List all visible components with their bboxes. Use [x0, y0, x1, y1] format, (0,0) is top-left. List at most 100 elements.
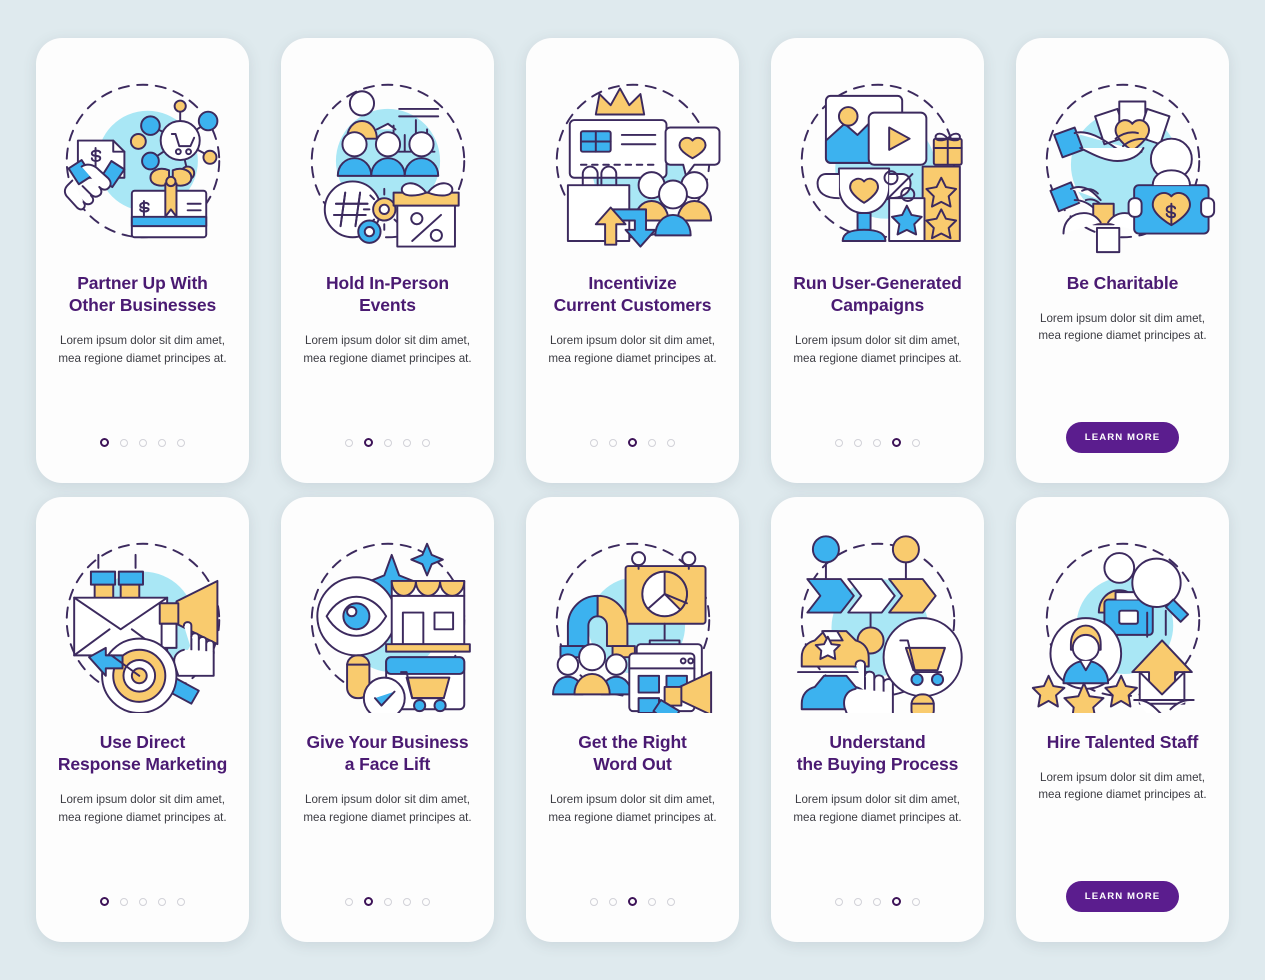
- card-description: Lorem ipsum dolor sit dim amet, mea regi…: [1038, 312, 1207, 343]
- card-title-line: Run User-Generated: [793, 273, 962, 293]
- pagination-dot[interactable]: [667, 897, 675, 906]
- pagination-dot[interactable]: [422, 438, 430, 447]
- pagination-dot[interactable]: [139, 897, 147, 906]
- card-title-line: Use Direct: [99, 732, 186, 752]
- process-arrows-cars-cart-magnifier-icon: [785, 527, 971, 713]
- giving-hands-donation-box-icon: [1030, 68, 1216, 254]
- card-title: Hold In-Person Events: [314, 272, 461, 316]
- pagination-dot[interactable]: [403, 438, 411, 447]
- pagination-dot[interactable]: [158, 438, 166, 447]
- card-title: Partner Up With Other Businesses: [57, 272, 228, 316]
- onboarding-card-incentivize-customers: Incentivize Current Customers Lorem ipsum …: [526, 38, 739, 483]
- pagination-dot[interactable]: [345, 897, 353, 906]
- pagination-dot[interactable]: [158, 897, 166, 906]
- card-description: Lorem ipsum dolor sit dim amet, mea regi…: [793, 793, 962, 824]
- pagination-dot[interactable]: [648, 897, 656, 906]
- eye-magnifier-storefront-browser-icon: [295, 527, 481, 713]
- card-title: Understand the Buying Process: [785, 731, 971, 775]
- pagination-dot[interactable]: [912, 897, 920, 906]
- onboarding-card-be-charitable: Be Charitable Lorem ipsum dolor sit dim a…: [1016, 38, 1229, 483]
- card-description: Lorem ipsum dolor sit dim amet, mea regi…: [303, 334, 472, 365]
- pagination-dots: [590, 897, 675, 906]
- pagination-dots: [100, 897, 185, 906]
- card-title: Use Direct Response Marketing: [46, 731, 239, 775]
- card-title-line: Hold In-Person: [325, 273, 450, 293]
- magnet-envelope-megaphone-target-icon: [50, 527, 236, 713]
- card-title-line: Understand: [829, 732, 926, 752]
- card-title-line: Campaigns: [830, 295, 925, 316]
- pagination-dot[interactable]: [648, 438, 656, 447]
- learn-more-button[interactable]: LEARN MORE: [1065, 422, 1180, 453]
- pagination-dot[interactable]: [835, 897, 843, 906]
- card-description: Lorem ipsum dolor sit dim amet, mea regi…: [303, 793, 472, 824]
- card-title: Hire Talented Staff: [1035, 731, 1210, 753]
- billboard-people-browser-megaphone-icon: [540, 527, 726, 713]
- card-title-line: Incentivize: [588, 273, 677, 293]
- pagination-dot[interactable]: [120, 897, 128, 906]
- onboarding-card-get-word-out: Get the Right Word Out Lorem ipsum dolor s…: [526, 497, 739, 942]
- card-title-line: Other Businesses: [68, 295, 217, 316]
- pagination-dot[interactable]: [177, 438, 185, 447]
- pagination-dot[interactable]: [873, 438, 881, 447]
- pagination-dot[interactable]: [590, 897, 598, 906]
- card-title-line: Give Your Business: [306, 732, 469, 752]
- card-description: Lorem ipsum dolor sit dim amet, mea regi…: [548, 793, 717, 824]
- pagination-dot-active[interactable]: [364, 897, 373, 906]
- pagination-dot[interactable]: [854, 897, 862, 906]
- pagination-dots: [345, 438, 430, 447]
- pagination-dot[interactable]: [384, 438, 392, 447]
- pagination-dot[interactable]: [835, 438, 843, 447]
- card-title-line: the Buying Process: [796, 754, 959, 775]
- onboarding-card-partner-up: Partner Up With Other Businesses Lorem ips…: [36, 38, 249, 483]
- card-title-line: Be Charitable: [1066, 273, 1179, 293]
- pagination-dot[interactable]: [177, 897, 185, 906]
- card-title-line: Get the Right: [578, 732, 687, 752]
- onboarding-card-hire-talented-staff: Hire Talented Staff Lorem ipsum dolor sit…: [1016, 497, 1229, 942]
- card-title: Incentivize Current Customers: [542, 272, 724, 316]
- card-title: Run User-Generated Campaigns: [781, 272, 973, 316]
- card-title-line: Response Marketing: [57, 754, 228, 775]
- pagination-dot[interactable]: [609, 897, 617, 906]
- pagination-dot[interactable]: [590, 438, 598, 447]
- card-title-line: Partner Up With: [77, 273, 208, 293]
- crown-loyaltycard-people-icon: [540, 68, 726, 254]
- learn-more-button[interactable]: LEARN MORE: [1065, 881, 1180, 912]
- card-title-line: Current Customers: [553, 295, 712, 316]
- card-title-line: Events: [359, 295, 416, 316]
- pagination-dot-active[interactable]: [892, 438, 901, 447]
- pagination-dot-active[interactable]: [100, 438, 109, 447]
- onboarding-card-user-generated-campaigns: Run User-Generated Campaigns Lorem ipsum d…: [771, 38, 984, 483]
- pagination-dot[interactable]: [912, 438, 920, 447]
- pagination-dots: [590, 438, 675, 447]
- onboarding-card-understand-buying-process: Understand the Buying Process Lorem ipsum …: [771, 497, 984, 942]
- onboarding-card-business-face-lift: Give Your Business a Face Lift Lorem ipsum…: [281, 497, 494, 942]
- card-description: Lorem ipsum dolor sit dim amet, mea regi…: [1038, 771, 1207, 802]
- pagination-dot[interactable]: [873, 897, 881, 906]
- card-title: Get the Right Word Out: [566, 731, 699, 775]
- card-description: Lorem ipsum dolor sit dim amet, mea regi…: [58, 793, 227, 824]
- pagination-dot-active[interactable]: [364, 438, 373, 447]
- pagination-dot-active[interactable]: [628, 438, 637, 447]
- pagination-dot[interactable]: [609, 438, 617, 447]
- pagination-dot[interactable]: [345, 438, 353, 447]
- pagination-dots: [835, 438, 920, 447]
- onboarding-screens-grid: Partner Up With Other Businesses Lorem ips…: [0, 0, 1265, 980]
- card-title-line: Word Out: [593, 754, 672, 775]
- pagination-dot-active[interactable]: [892, 897, 901, 906]
- pagination-dot[interactable]: [667, 438, 675, 447]
- pagination-dot[interactable]: [422, 897, 430, 906]
- pagination-dot[interactable]: [854, 438, 862, 447]
- card-description: Lorem ipsum dolor sit dim amet, mea regi…: [793, 334, 962, 365]
- handshake-network-giftcard-icon: [50, 68, 236, 254]
- pagination-dots: [345, 897, 430, 906]
- onboarding-card-direct-response-marketing: Use Direct Response Marketing Lorem ipsum …: [36, 497, 249, 942]
- pagination-dot-active[interactable]: [628, 897, 637, 906]
- onboarding-card-in-person-events: Hold In-Person Events Lorem ipsum dolor si…: [281, 38, 494, 483]
- pagination-dot[interactable]: [403, 897, 411, 906]
- pagination-dot[interactable]: [139, 438, 147, 447]
- pagination-dot[interactable]: [384, 897, 392, 906]
- card-description: Lorem ipsum dolor sit dim amet, mea regi…: [548, 334, 717, 365]
- pagination-dot[interactable]: [120, 438, 128, 447]
- pagination-dots: [835, 897, 920, 906]
- pagination-dot-active[interactable]: [100, 897, 109, 906]
